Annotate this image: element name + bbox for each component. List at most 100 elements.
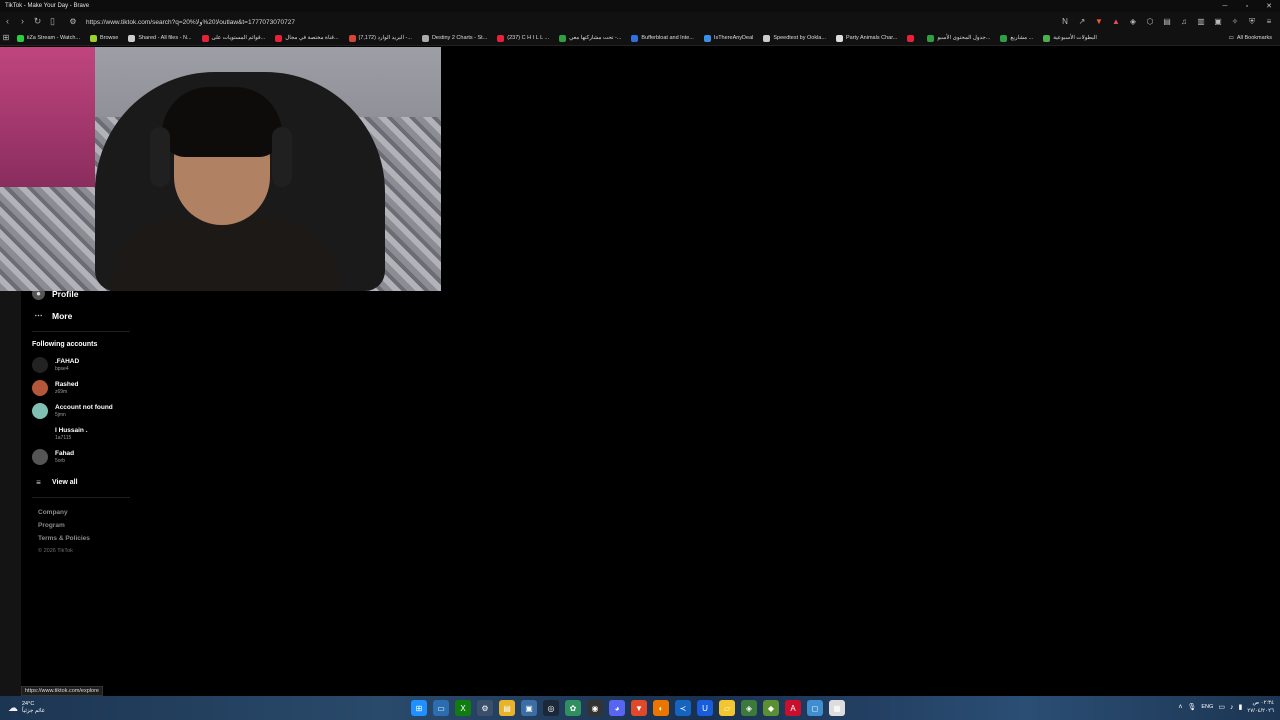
bookmark-item[interactable]: Browse (85, 34, 123, 42)
site-info-icon[interactable]: ⚙ (66, 15, 80, 29)
bookmark-item[interactable]: جدول المحتوى الأسبو... (922, 34, 995, 42)
divider (32, 497, 130, 498)
address-bar[interactable]: ⚙ https://www.tiktok.com/search?q=20%لا2… (60, 15, 295, 29)
bookmark-label: Bufferbloat and Inte... (641, 35, 694, 41)
xbox-icon[interactable]: X (455, 700, 471, 716)
bitwarden-icon[interactable]: U (697, 700, 713, 716)
footer-link-program[interactable]: Program (38, 522, 65, 529)
apps-grid-icon[interactable]: ⊞ (0, 31, 12, 45)
favicon-icon (201, 34, 209, 42)
battery-icon[interactable]: ▮ (1238, 703, 1242, 711)
sidebar-item-more[interactable]: ⋯ More (32, 309, 73, 322)
app-sky-icon[interactable]: ◻ (807, 700, 823, 716)
extension-icon-2[interactable]: ⬡ (1143, 15, 1157, 29)
following-account[interactable]: Rashed z69m (32, 380, 78, 396)
bookmark-item[interactable]: مشاريع ... (995, 34, 1038, 42)
clock[interactable]: ٠٢:٣٤ ص ٢٧/٠٤/٢٠٢٦ (1247, 699, 1274, 715)
minimize-button[interactable]: ─ (1214, 3, 1236, 10)
webcam-overlay (0, 47, 441, 291)
menu-icon[interactable]: ≡ (1262, 15, 1276, 29)
account-username: bpse4 (55, 366, 69, 372)
brave-rewards-icon[interactable]: ▲ (1109, 15, 1123, 29)
volume-icon[interactable]: ♪ (1230, 704, 1234, 711)
vpn-icon[interactable]: ⛨ (1245, 15, 1259, 29)
app-blue-icon[interactable]: ▣ (521, 700, 537, 716)
following-account[interactable]: .FAHAD bpse4 (32, 357, 79, 373)
bookmark-label: (7,172) البريد الوارد -... (358, 35, 412, 41)
favicon-icon (559, 34, 567, 42)
brave-shields-icon[interactable]: ▼ (1092, 15, 1106, 29)
file-explorer-icon[interactable]: ▤ (499, 700, 515, 716)
explorer-window-icon[interactable]: ▭ (433, 700, 449, 716)
bookmark-item[interactable]: قوائم المستويات على... (197, 34, 271, 42)
bookmark-item[interactable]: Party Animals Char... (831, 34, 902, 42)
bookmark-item[interactable]: قناة مختصة في مجال... (270, 34, 343, 42)
obs-icon[interactable]: ◉ (587, 700, 603, 716)
bookmark-icon[interactable]: ▯ (45, 14, 60, 29)
maximize-button[interactable]: ▫ (1236, 3, 1258, 10)
following-account[interactable]: I Hussain . 1a7115 (32, 426, 88, 442)
media-icon[interactable]: ♫ (1177, 15, 1191, 29)
forward-icon[interactable]: › (15, 14, 30, 29)
steam-icon[interactable]: ◎ (543, 700, 559, 716)
avatar (32, 449, 48, 465)
bookmark-label: Speedtest by Ookla... (773, 35, 826, 41)
calendar-icon[interactable]: ▦ (829, 700, 845, 716)
bookmark-label: البطولات الأسبوعية (1053, 35, 1097, 41)
account-username: z69m (55, 389, 68, 395)
extension-icon[interactable]: ◈ (1126, 15, 1140, 29)
mic-icon[interactable]: 🎙 (1188, 703, 1197, 711)
list-icon: ≡ (36, 478, 41, 487)
account-name: Account not found (55, 404, 113, 411)
back-icon[interactable]: ‹ (0, 14, 15, 29)
photos-icon[interactable]: ✿ (565, 700, 581, 716)
reload-icon[interactable]: ↻ (30, 14, 45, 29)
bookmark-item[interactable]: IsThereAnyDeal (699, 34, 758, 42)
bookmark-item[interactable]: (237) C H I L L ... (492, 34, 554, 42)
extension-icon-3[interactable]: ▤ (1160, 15, 1174, 29)
footer-link-company[interactable]: Company (38, 509, 68, 516)
app-green-icon[interactable]: ◈ (741, 700, 757, 716)
sticky-notes-icon[interactable]: ▱ (719, 700, 735, 716)
bookmark-item[interactable]: البطولات الأسبوعية (1038, 34, 1102, 42)
favicon-icon (17, 34, 24, 42)
copyright-text: © 2026 TikTok (38, 548, 73, 554)
tab-icon[interactable]: ▣ (1211, 15, 1225, 29)
share-icon[interactable]: ↗ (1075, 15, 1089, 29)
address-url[interactable]: https://www.tiktok.com/search?q=20%لا20%… (86, 18, 295, 26)
network-icon[interactable]: ▭ (1218, 703, 1225, 711)
bookmark-item[interactable]: Speedtest by Ookla... (758, 34, 831, 42)
bookmark-item[interactable]: Shared - All files - N... (123, 34, 196, 42)
all-bookmarks-button[interactable]: ▭ All Bookmarks (1229, 35, 1280, 41)
view-all-label: View all (52, 479, 78, 486)
chevron-up-icon[interactable]: ˄ (1178, 704, 1182, 711)
acrobat-icon[interactable]: A (785, 700, 801, 716)
leo-ai-icon[interactable]: ✧ (1228, 15, 1242, 29)
view-all-link[interactable]: ≡ View all (32, 476, 78, 489)
start-icon[interactable]: ⊞ (411, 700, 427, 716)
bookmark-item[interactable] (902, 34, 922, 42)
bookmark-item[interactable]: iiZa Stream - Watch... (12, 34, 85, 42)
settings-icon[interactable]: ⚙ (477, 700, 493, 716)
bookmark-item[interactable]: تحت مشاركتها معي -... (554, 34, 626, 42)
bookmark-item[interactable]: Destiny 2 Charts - St... (417, 34, 492, 42)
folder-icon: ▭ (1228, 35, 1234, 41)
bookmark-item[interactable]: Bufferbloat and Inte... (626, 34, 699, 42)
sidebar-toggle-icon[interactable]: ▥ (1194, 15, 1208, 29)
translate-icon[interactable]: N (1058, 15, 1072, 29)
close-button[interactable]: ✕ (1258, 2, 1280, 10)
divider (32, 331, 130, 332)
footer-link-terms[interactable]: Terms & Policies (38, 535, 90, 542)
language-indicator[interactable]: ENG (1201, 704, 1213, 710)
following-account[interactable]: Fahad 5orb (32, 449, 74, 465)
blender-icon[interactable]: ◐ (653, 700, 669, 716)
minecraft-icon[interactable]: ◆ (763, 700, 779, 716)
discord-icon[interactable]: ◕ (609, 700, 625, 716)
brave-icon[interactable]: ▼ (631, 700, 647, 716)
following-account[interactable]: Account not found 5jmn (32, 403, 113, 419)
bookmark-item[interactable]: (7,172) البريد الوارد -... (344, 34, 417, 42)
weather-widget[interactable]: ☁ 24°C غائم جزئياً (0, 701, 120, 715)
account-name: Fahad (55, 450, 75, 457)
vscode-icon[interactable]: ≺ (675, 700, 691, 716)
bookmark-label: Destiny 2 Charts - St... (431, 35, 488, 41)
